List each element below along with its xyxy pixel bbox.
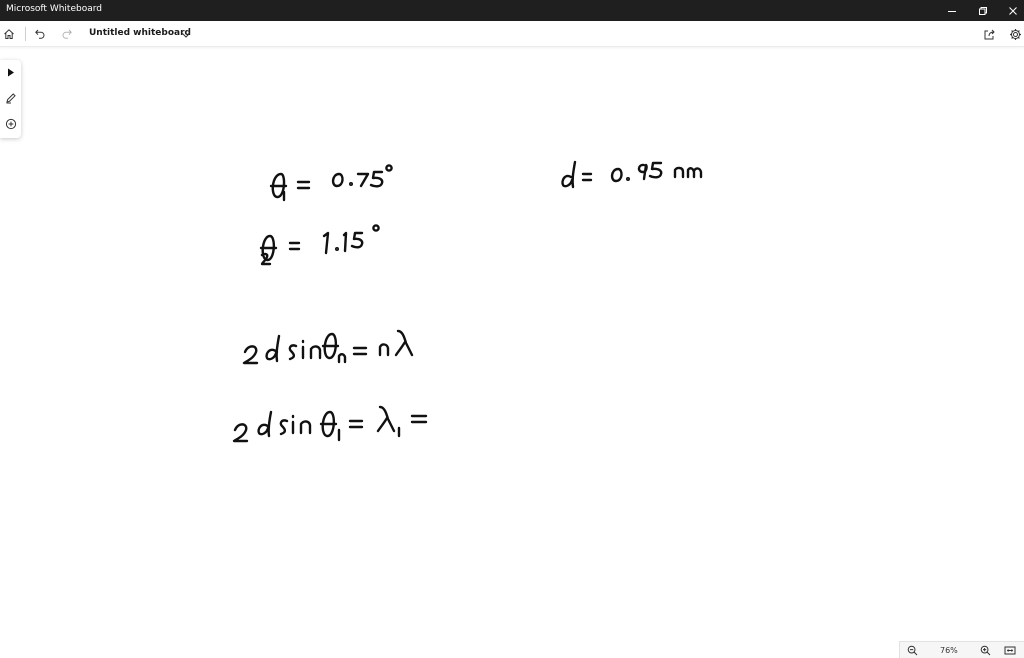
minimize-icon (948, 10, 956, 12)
zoom-in-icon (980, 645, 990, 656)
redo-button[interactable] (58, 26, 76, 42)
ink-d-value (561, 160, 703, 189)
fit-to-screen-button[interactable] (1003, 644, 1017, 657)
share-icon (984, 29, 995, 39)
close-icon (1009, 6, 1017, 15)
restore-icon (979, 6, 987, 15)
settings-button[interactable] (1006, 26, 1024, 42)
restore-button[interactable] (967, 0, 999, 21)
whiteboard-canvas[interactable] (0, 48, 1024, 642)
chevron-down-icon (182, 33, 190, 38)
toolbar-divider (25, 27, 26, 41)
ink-bragg-law-first-order (232, 405, 428, 443)
gear-icon (1009, 28, 1021, 40)
title-bar: Microsoft Whiteboard (0, 0, 1024, 21)
ink-theta2-equation (259, 224, 380, 266)
home-button[interactable] (0, 26, 18, 42)
undo-button[interactable] (31, 26, 49, 42)
redo-icon (62, 29, 72, 39)
command-bar: Untitled whiteboard (0, 21, 1024, 47)
ink-theta1-equation (269, 164, 393, 202)
minimize-button[interactable] (936, 0, 968, 21)
share-button[interactable] (980, 26, 998, 42)
close-button[interactable] (997, 0, 1024, 21)
zoom-out-icon (907, 645, 917, 656)
zoom-level: 76% (940, 646, 958, 655)
board-title[interactable]: Untitled whiteboard (89, 28, 191, 38)
zoom-out-button[interactable] (905, 644, 919, 657)
handwritten-ink (232, 160, 703, 443)
fit-screen-icon (1004, 646, 1016, 655)
zoom-in-button[interactable] (978, 644, 992, 657)
ink-bragg-law-general (242, 329, 414, 365)
board-title-menu[interactable] (180, 28, 192, 40)
app-title: Microsoft Whiteboard (6, 4, 102, 14)
home-icon (4, 29, 14, 39)
undo-icon (35, 29, 45, 39)
zoom-controls: 76% (899, 641, 1024, 658)
